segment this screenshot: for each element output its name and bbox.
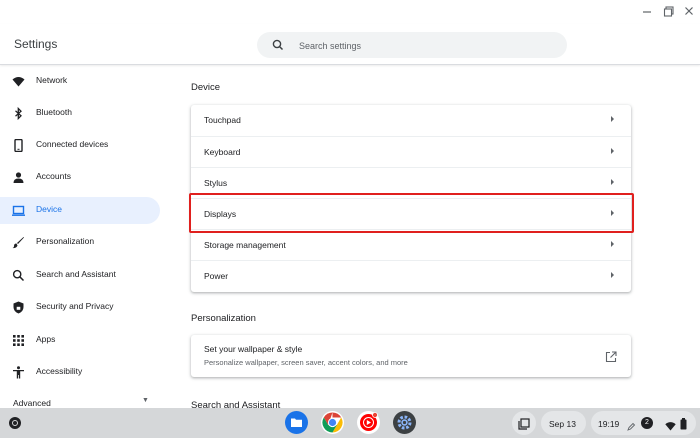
row-storage-management[interactable]: Storage management bbox=[191, 229, 631, 261]
row-label: Touchpad bbox=[204, 115, 241, 125]
chevron-right-icon bbox=[611, 241, 614, 247]
sidebar-item-label: Apps bbox=[36, 334, 56, 344]
sidebar-item-label: Search and Assistant bbox=[36, 269, 116, 279]
section-title-personalization: Personalization bbox=[191, 313, 256, 324]
sidebar-item-accounts[interactable]: Accounts bbox=[0, 164, 160, 191]
chrome-icon[interactable] bbox=[321, 411, 344, 434]
search-box[interactable] bbox=[257, 32, 567, 58]
phone-icon bbox=[12, 138, 25, 153]
settings-header: Settings bbox=[0, 24, 700, 65]
chevron-right-icon bbox=[611, 148, 614, 154]
chevron-right-icon bbox=[611, 272, 614, 278]
sidebar-item-label: Network bbox=[36, 75, 68, 85]
sidebar-item-label: Device bbox=[36, 204, 62, 214]
apps-grid-icon bbox=[12, 334, 25, 347]
sidebar-item-search-and-assistant[interactable]: Search and Assistant bbox=[0, 262, 160, 289]
date-label: Sep 13 bbox=[549, 419, 576, 429]
settings-icon[interactable] bbox=[393, 411, 416, 434]
sidebar-item-label: Security and Privacy bbox=[36, 301, 114, 311]
chevron-right-icon bbox=[611, 116, 614, 122]
close-icon[interactable] bbox=[682, 4, 696, 18]
row-keyboard[interactable]: Keyboard bbox=[191, 136, 631, 168]
accessibility-icon bbox=[12, 366, 25, 379]
notification-count-badge: 2 bbox=[641, 417, 653, 429]
row-label: Storage management bbox=[204, 240, 286, 250]
section-title-search-and-assistant: Search and Assistant bbox=[191, 400, 281, 408]
shield-icon bbox=[12, 301, 25, 314]
holding-space-button[interactable] bbox=[512, 411, 536, 435]
shelf: Sep 13 19:19 2 bbox=[0, 408, 700, 438]
wifi-icon bbox=[12, 75, 25, 88]
row-touchpad[interactable]: Touchpad bbox=[191, 105, 631, 136]
battery-icon bbox=[680, 417, 687, 435]
sidebar-item-connected-devices[interactable]: Connected devices bbox=[0, 132, 160, 159]
main-content: Device Touchpad Keyboard Stylus Displays… bbox=[170, 65, 700, 408]
sidebar-item-label: Connected devices bbox=[36, 139, 109, 149]
person-icon bbox=[12, 171, 25, 184]
highlight-box bbox=[189, 193, 634, 233]
wallpaper-title: Set your wallpaper & style bbox=[204, 344, 303, 354]
wallpaper-card[interactable]: Set your wallpaper & style Personalize w… bbox=[191, 335, 631, 377]
launcher-icon[interactable] bbox=[9, 417, 21, 429]
row-label: Stylus bbox=[204, 178, 228, 188]
sidebar-item-personalization[interactable]: Personalization bbox=[0, 229, 160, 256]
status-tray[interactable]: 19:19 2 bbox=[591, 411, 696, 435]
date-tray[interactable]: Sep 13 bbox=[541, 411, 586, 435]
files-icon[interactable] bbox=[285, 411, 308, 434]
wallpaper-subtitle: Personalize wallpaper, screen saver, acc… bbox=[204, 358, 408, 367]
sidebar-item-bluetooth[interactable]: Bluetooth bbox=[0, 100, 160, 127]
row-power[interactable]: Power bbox=[191, 260, 631, 292]
sidebar-item-device[interactable]: Device bbox=[0, 197, 160, 224]
window-titlebar bbox=[0, 0, 700, 24]
sidebar-item-network[interactable]: Network bbox=[0, 68, 160, 95]
sidebar-item-label: Accessibility bbox=[36, 366, 83, 376]
time-label: 19:19 bbox=[598, 419, 620, 429]
open-external-icon bbox=[605, 350, 617, 363]
holding-space-icon bbox=[518, 417, 530, 435]
do-not-disturb-icon bbox=[627, 418, 636, 436]
minimize-icon[interactable] bbox=[640, 4, 654, 18]
row-label: Power bbox=[204, 271, 229, 281]
bluetooth-icon bbox=[12, 106, 25, 121]
advanced-toggle[interactable]: Advanced bbox=[13, 398, 51, 408]
sidebar-item-accessibility[interactable]: Accessibility bbox=[0, 359, 160, 386]
sidebar-item-security-and-privacy[interactable]: Security and Privacy bbox=[0, 294, 160, 321]
chevron-right-icon bbox=[611, 179, 614, 185]
youtube-music-icon[interactable] bbox=[357, 411, 380, 434]
sidebar-item-label: Accounts bbox=[36, 171, 71, 181]
app-title: Settings bbox=[14, 37, 58, 51]
search-icon bbox=[271, 38, 285, 52]
row-label: Keyboard bbox=[204, 147, 241, 157]
wifi-status-icon bbox=[665, 418, 676, 436]
sidebar-item-label: Personalization bbox=[36, 236, 95, 246]
maximize-icon[interactable] bbox=[662, 4, 676, 18]
sidebar: Network Bluetooth Connected devices Acco… bbox=[0, 65, 170, 408]
chevron-down-icon[interactable]: ▼ bbox=[142, 397, 149, 404]
search-icon bbox=[12, 269, 25, 282]
sidebar-item-apps[interactable]: Apps bbox=[0, 327, 160, 354]
brush-icon bbox=[12, 236, 25, 249]
section-title-device: Device bbox=[191, 82, 221, 93]
laptop-icon bbox=[12, 204, 25, 217]
search-input[interactable] bbox=[297, 36, 551, 56]
sidebar-item-label: Bluetooth bbox=[36, 107, 72, 117]
